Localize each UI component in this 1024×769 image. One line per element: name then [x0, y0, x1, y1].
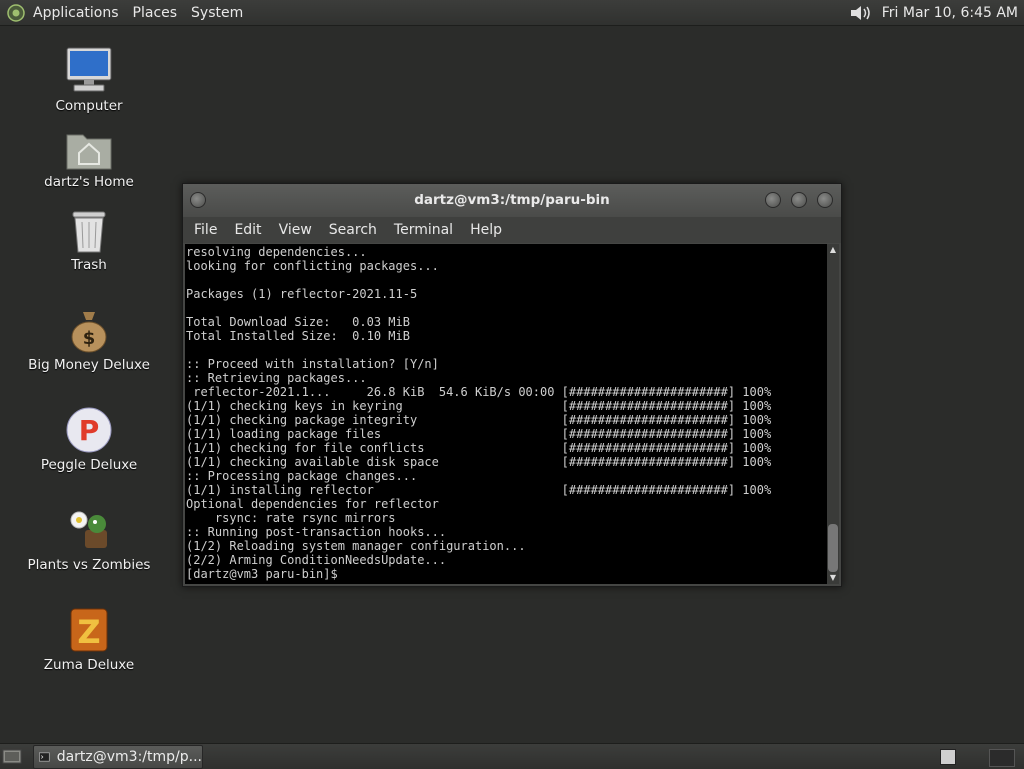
terminal-output[interactable]: resolving dependencies... looking for co… — [185, 244, 827, 584]
menu-edit[interactable]: Edit — [234, 222, 261, 238]
svg-text:$: $ — [83, 328, 96, 349]
volume-icon[interactable] — [848, 3, 874, 23]
scroll-up-arrow-icon[interactable]: ▲ — [827, 244, 839, 256]
maximize-button[interactable] — [791, 192, 807, 208]
terminal-line: :: Proceed with installation? [Y/n] — [186, 357, 439, 371]
menu-search[interactable]: Search — [329, 222, 377, 238]
desktop-icon-label: Plants vs Zombies — [27, 557, 151, 573]
desktop-icon-label: Zuma Deluxe — [43, 657, 135, 673]
show-desktop-icon[interactable] — [2, 747, 22, 765]
menu-view[interactable]: View — [279, 222, 312, 238]
terminal-line: Total Installed Size: 0.10 MiB — [186, 329, 410, 343]
desktop-icon-label: Peggle Deluxe — [40, 457, 138, 473]
plants-vs-zombies-icon — [70, 511, 107, 548]
terminal-line: rsync: rate rsync mirrors — [186, 511, 396, 525]
terminal-line: Total Download Size: 0.03 MiB — [186, 315, 410, 329]
terminal-line: :: Running post-transaction hooks... — [186, 525, 447, 539]
scrollbar-thumb[interactable] — [828, 524, 838, 572]
terminal-line: (1/1) checking for file conflicts [#####… — [186, 441, 772, 455]
desktop-icon-plants-vs-zombies[interactable]: Plants vs Zombies — [24, 506, 154, 573]
svg-text:P: P — [79, 414, 100, 447]
terminal-line: :: Retrieving packages... — [186, 371, 367, 385]
terminal-line: (1/2) Reloading system manager configura… — [186, 539, 526, 553]
system-menu[interactable]: System — [191, 5, 243, 21]
scroll-down-arrow-icon[interactable]: ▼ — [827, 572, 839, 584]
taskbar-button-label: dartz@vm3:/tmp/p... — [56, 749, 202, 765]
desktop-icon-big-money[interactable]: $ Big Money Deluxe — [24, 308, 154, 373]
terminal-icon — [39, 752, 50, 762]
top-panel: Applications Places System Fri Mar 10, 6… — [0, 0, 1024, 26]
terminal-line: :: Processing package changes... — [186, 469, 418, 483]
places-menu[interactable]: Places — [133, 5, 178, 21]
desktop-icon-home[interactable]: dartz's Home — [24, 127, 154, 190]
desktop-icon-label: dartz's Home — [44, 174, 134, 190]
money-bag-icon: $ — [71, 312, 107, 353]
panel-tray: Fri Mar 10, 6:45 AM — [848, 0, 1024, 25]
terminal-line: resolving dependencies... — [186, 245, 367, 259]
window-title: dartz@vm3:/tmp/paru-bin — [414, 192, 610, 208]
terminal-line: (1/1) loading package files [###########… — [186, 427, 772, 441]
computer-icon — [66, 47, 112, 92]
home-folder-icon — [66, 134, 112, 170]
desktop-icon-trash[interactable]: Trash — [24, 208, 154, 273]
workspace-switcher-2[interactable] — [989, 749, 1015, 767]
zuma-icon: Z — [70, 608, 108, 652]
applications-menu[interactable]: Applications — [33, 5, 119, 21]
workspace-switcher-1[interactable] — [940, 749, 956, 765]
menu-help[interactable]: Help — [470, 222, 502, 238]
menu-file[interactable]: File — [194, 222, 217, 238]
minimize-button[interactable] — [765, 192, 781, 208]
clock[interactable]: Fri Mar 10, 6:45 AM — [882, 5, 1018, 21]
terminal-line: reflector-2021.1... 26.8 KiB 54.6 KiB/s … — [186, 385, 772, 399]
terminal-line: looking for conflicting packages... — [186, 259, 439, 273]
svg-text:Z: Z — [77, 613, 100, 651]
terminal-line: (1/1) installing reflector [############… — [186, 483, 772, 497]
menu-bar: File Edit View Search Terminal Help — [183, 217, 841, 243]
desktop-icon-zuma[interactable]: Z Zuma Deluxe — [24, 606, 154, 673]
desktop-icon-computer[interactable]: Computer — [24, 45, 154, 114]
terminal-window: dartz@vm3:/tmp/paru-bin File Edit View S… — [182, 183, 842, 587]
terminal-line: (1/1) checking keys in keyring [########… — [186, 399, 772, 413]
desktop-icon-label: Trash — [71, 257, 107, 273]
desktop-icon-peggle[interactable]: P Peggle Deluxe — [24, 406, 154, 473]
terminal-line: (1/1) checking available disk space [###… — [186, 455, 772, 469]
bottom-panel: dartz@vm3:/tmp/p... — [0, 743, 1024, 769]
trash-icon — [72, 211, 106, 253]
terminal-line: Optional dependencies for reflector — [186, 497, 439, 511]
menu-terminal[interactable]: Terminal — [394, 222, 453, 238]
terminal-scrollbar[interactable]: ▲ ▼ — [827, 244, 839, 584]
close-button[interactable] — [817, 192, 833, 208]
terminal-line: Packages (1) reflector-2021.11-5 — [186, 287, 418, 301]
title-bar[interactable]: dartz@vm3:/tmp/paru-bin — [183, 184, 841, 217]
desktop-icon-label: Big Money Deluxe — [28, 357, 150, 373]
terminal-prompt: [dartz@vm3 paru-bin]$ — [186, 567, 345, 581]
gnome-foot-icon[interactable] — [7, 3, 25, 22]
peggle-icon: P — [66, 407, 112, 453]
terminal-text: resolving dependencies... looking for co… — [185, 244, 827, 581]
desktop-icon-label: Computer — [55, 98, 123, 114]
terminal-line: (2/2) Arming ConditionNeedsUpdate... — [186, 553, 447, 567]
terminal-line: (1/1) checking package integrity [######… — [186, 413, 772, 427]
taskbar-terminal-button[interactable]: dartz@vm3:/tmp/p... — [33, 745, 203, 769]
